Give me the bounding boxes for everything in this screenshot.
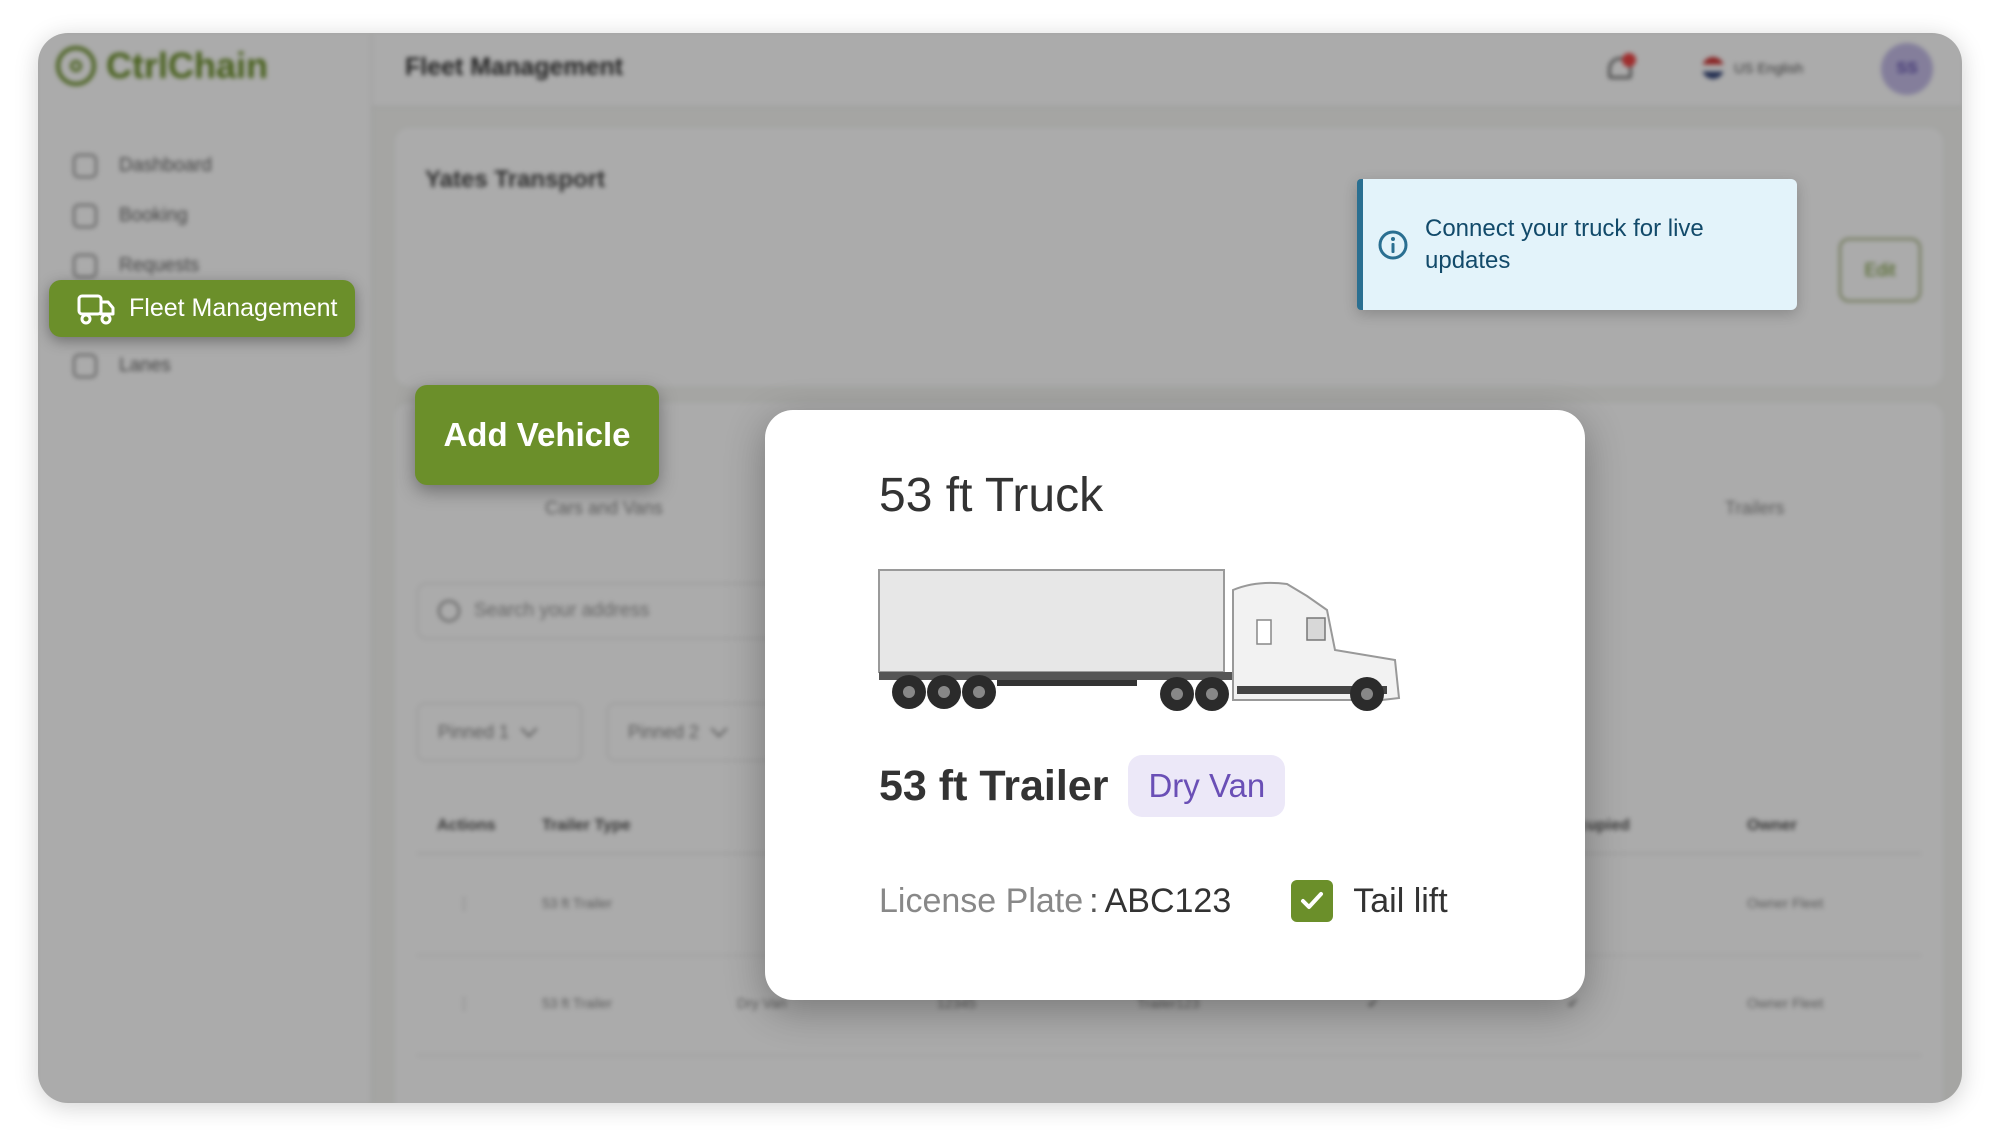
tail-lift-label: Tail lift bbox=[1353, 881, 1448, 920]
checkmark-icon bbox=[1301, 892, 1324, 909]
license-plate-label: License Plate bbox=[879, 881, 1084, 920]
truck-icon bbox=[77, 294, 115, 324]
sidebar-item-fleet-management[interactable]: Fleet Management bbox=[49, 280, 355, 337]
trailer-name: 53 ft Trailer bbox=[879, 761, 1109, 810]
modal-title: 53 ft Truck bbox=[879, 469, 1104, 522]
toast-message: Connect your truck for live updates bbox=[1425, 214, 1704, 274]
vehicle-details: License Plate : ABC123 Tail lift bbox=[879, 880, 1448, 922]
sidebar-item-label: Fleet Management bbox=[129, 294, 338, 322]
trailer-row: 53 ft Trailer Dry Van bbox=[879, 755, 1286, 817]
add-vehicle-button[interactable]: Add Vehicle bbox=[415, 385, 659, 485]
tail-lift-checkbox[interactable] bbox=[1291, 880, 1334, 922]
semi-truck-illustration bbox=[878, 569, 1401, 711]
info-toast[interactable]: Connect your truck for live updates bbox=[1357, 179, 1797, 310]
vehicle-detail-modal: 53 ft Truck 53 ft Trailer Dry Van Licens… bbox=[765, 410, 1585, 1000]
trailer-type-badge: Dry Van bbox=[1128, 755, 1286, 817]
license-plate-separator: : bbox=[1089, 881, 1099, 920]
license-plate-value: ABC123 bbox=[1104, 881, 1232, 920]
info-icon bbox=[1378, 230, 1408, 259]
